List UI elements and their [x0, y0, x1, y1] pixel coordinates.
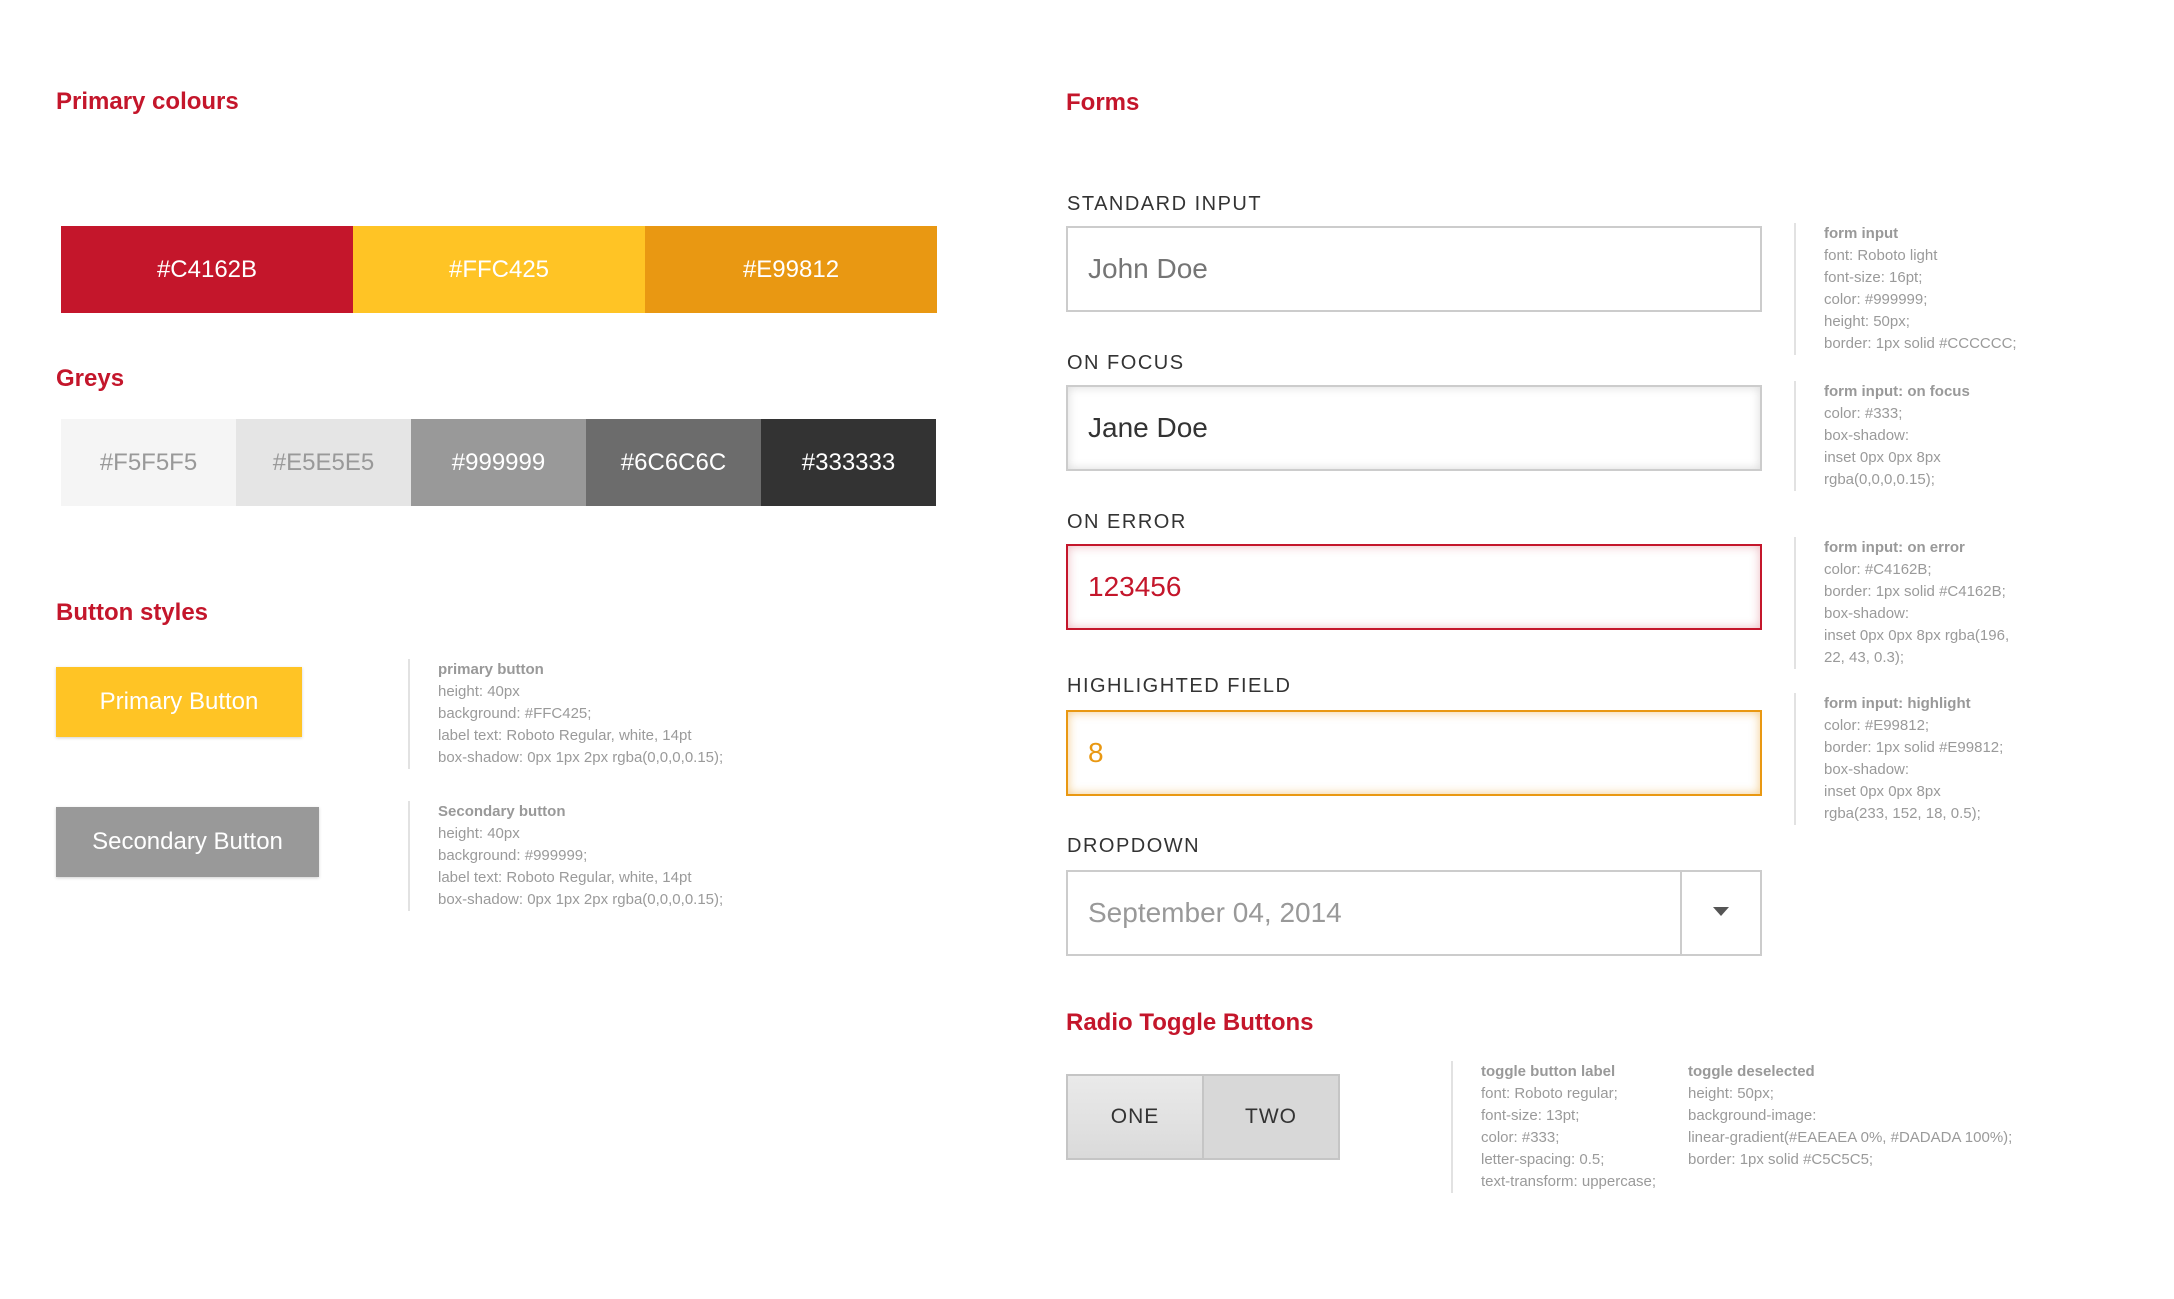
- swatch-grey-e5: #E5E5E5: [236, 419, 411, 506]
- spec-line: box-shadow:: [1824, 605, 1910, 622]
- swatch-label: #333333: [801, 448, 896, 476]
- swatch-label: #999999: [451, 448, 546, 476]
- secondary-button[interactable]: Secondary Button: [56, 807, 319, 877]
- swatch-primary-red: #C4162B: [61, 226, 353, 313]
- standard-input-spec: form input font: Roboto light font-size:…: [1794, 223, 2017, 355]
- spec-line: height: 50px;: [1824, 313, 1910, 330]
- swatch-primary-yellow: #FFC425: [353, 226, 645, 313]
- forms-title: Forms: [1066, 89, 1140, 116]
- focus-input-label: ON FOCUS: [1067, 352, 1185, 374]
- spec-line: box-shadow:: [1824, 427, 1910, 444]
- toggle-deselected-spec: toggle deselected height: 50px; backgrou…: [1688, 1061, 2012, 1171]
- toggle-option-two[interactable]: TWO: [1202, 1074, 1340, 1160]
- spec-line: height: 40px: [438, 825, 520, 842]
- swatch-label: #C4162B: [156, 255, 258, 283]
- spec-line: border: 1px solid #C4162B;: [1824, 583, 2006, 600]
- highlight-input-label: HIGHLIGHTED FIELD: [1067, 675, 1292, 697]
- spec-title: form input: highlight: [1824, 695, 1971, 712]
- button-styles-title: Button styles: [56, 599, 209, 626]
- standard-input[interactable]: [1066, 226, 1762, 312]
- spec-title: toggle button label: [1481, 1063, 1616, 1080]
- focus-input-spec: form input: on focus color: #333; box-sh…: [1794, 381, 1970, 491]
- spec-line: label text: Roboto Regular, white, 14pt: [438, 727, 692, 744]
- error-input-label: ON ERROR: [1067, 511, 1187, 533]
- date-dropdown[interactable]: September 04, 2014: [1066, 870, 1762, 956]
- swatch-label: #6C6C6C: [620, 448, 727, 476]
- spec-line: rgba(233, 152, 18, 0.5);: [1824, 805, 1981, 822]
- spec-line: font-size: 16pt;: [1824, 269, 1923, 286]
- spec-line: box-shadow:: [1824, 761, 1910, 778]
- highlight-input[interactable]: [1066, 710, 1762, 796]
- primary-colours-title: Primary colours: [56, 88, 239, 115]
- toggle-label-spec: toggle button label font: Roboto regular…: [1451, 1061, 1656, 1193]
- spec-line: color: #333;: [1824, 405, 1903, 422]
- swatch-grey-f5: #F5F5F5: [61, 419, 236, 506]
- spec-line: background-image:: [1688, 1107, 1817, 1124]
- spec-line: border: 1px solid #E99812;: [1824, 739, 2004, 756]
- spec-line: box-shadow: 0px 1px 2px rgba(0,0,0,0.15)…: [438, 749, 724, 766]
- spec-line: background: #FFC425;: [438, 705, 592, 722]
- spec-line: 22, 43, 0.3);: [1824, 649, 1905, 666]
- primary-colour-swatches: #C4162B #FFC425 #E99812: [61, 226, 937, 313]
- swatch-label: #E5E5E5: [272, 448, 375, 476]
- spec-line: border: 1px solid #CCCCCC;: [1824, 335, 2017, 352]
- spec-title: toggle deselected: [1688, 1063, 1815, 1080]
- spec-title: form input: [1824, 225, 1899, 242]
- spec-title: form input: on error: [1824, 539, 1965, 556]
- spec-line: inset 0px 0px 8px: [1824, 449, 1941, 466]
- grey-swatches: #F5F5F5 #E5E5E5 #999999 #6C6C6C #333333: [61, 419, 936, 506]
- toggle-option-one[interactable]: ONE: [1066, 1074, 1204, 1160]
- swatch-primary-orange: #E99812: [645, 226, 937, 313]
- spec-line: color: #333;: [1481, 1129, 1560, 1146]
- dropdown-label: DROPDOWN: [1067, 835, 1201, 857]
- dropdown-value: September 04, 2014: [1088, 897, 1342, 928]
- spec-line: border: 1px solid #C5C5C5;: [1688, 1151, 1874, 1168]
- spec-line: label text: Roboto Regular, white, 14pt: [438, 869, 692, 886]
- dropdown-divider: [1680, 872, 1682, 954]
- swatch-grey-6c: #6C6C6C: [586, 419, 761, 506]
- greys-title: Greys: [56, 365, 125, 392]
- error-input-spec: form input: on error color: #C4162B; bor…: [1794, 537, 2009, 669]
- spec-line: background: #999999;: [438, 847, 588, 864]
- error-input[interactable]: [1066, 544, 1762, 630]
- spec-line: height: 50px;: [1688, 1085, 1774, 1102]
- spec-line: inset 0px 0px 8px: [1824, 783, 1941, 800]
- spec-line: letter-spacing: 0.5;: [1481, 1151, 1605, 1168]
- spec-line: font-size: 13pt;: [1481, 1107, 1580, 1124]
- spec-title: form input: on focus: [1824, 383, 1970, 400]
- swatch-label: #E99812: [742, 255, 840, 283]
- spec-title: Secondary button: [438, 803, 566, 820]
- spec-line: color: #C4162B;: [1824, 561, 1932, 578]
- standard-input-label: STANDARD INPUT: [1067, 193, 1263, 215]
- spec-line: font: Roboto light: [1824, 247, 1938, 264]
- highlight-input-spec: form input: highlight color: #E99812; bo…: [1794, 693, 2003, 825]
- spec-line: linear-gradient(#EAEAEA 0%, #DADADA 100%…: [1688, 1129, 2013, 1146]
- secondary-button-spec: Secondary button height: 40px background…: [408, 801, 723, 911]
- spec-line: color: #999999;: [1824, 291, 1928, 308]
- primary-button-spec: primary button height: 40px background: …: [408, 659, 723, 769]
- spec-line: font: Roboto regular;: [1481, 1085, 1618, 1102]
- primary-button[interactable]: Primary Button: [56, 667, 302, 737]
- chevron-down-icon[interactable]: [1713, 907, 1729, 916]
- swatch-label: #F5F5F5: [99, 448, 198, 476]
- spec-line: color: #E99812;: [1824, 717, 1930, 734]
- radio-toggle-title: Radio Toggle Buttons: [1066, 1009, 1314, 1036]
- swatch-label: #FFC425: [448, 255, 550, 283]
- spec-line: text-transform: uppercase;: [1481, 1173, 1657, 1190]
- spec-line: box-shadow: 0px 1px 2px rgba(0,0,0,0.15)…: [438, 891, 724, 908]
- swatch-grey-99: #999999: [411, 419, 586, 506]
- spec-line: height: 40px: [438, 683, 520, 700]
- swatch-grey-33: #333333: [761, 419, 936, 506]
- spec-line: rgba(0,0,0,0.15);: [1824, 471, 1935, 488]
- radio-toggle-group: ONE TWO: [1066, 1074, 1340, 1160]
- spec-title: primary button: [438, 661, 544, 678]
- spec-line: inset 0px 0px 8px rgba(196,: [1824, 627, 2010, 644]
- focus-input[interactable]: [1066, 385, 1762, 471]
